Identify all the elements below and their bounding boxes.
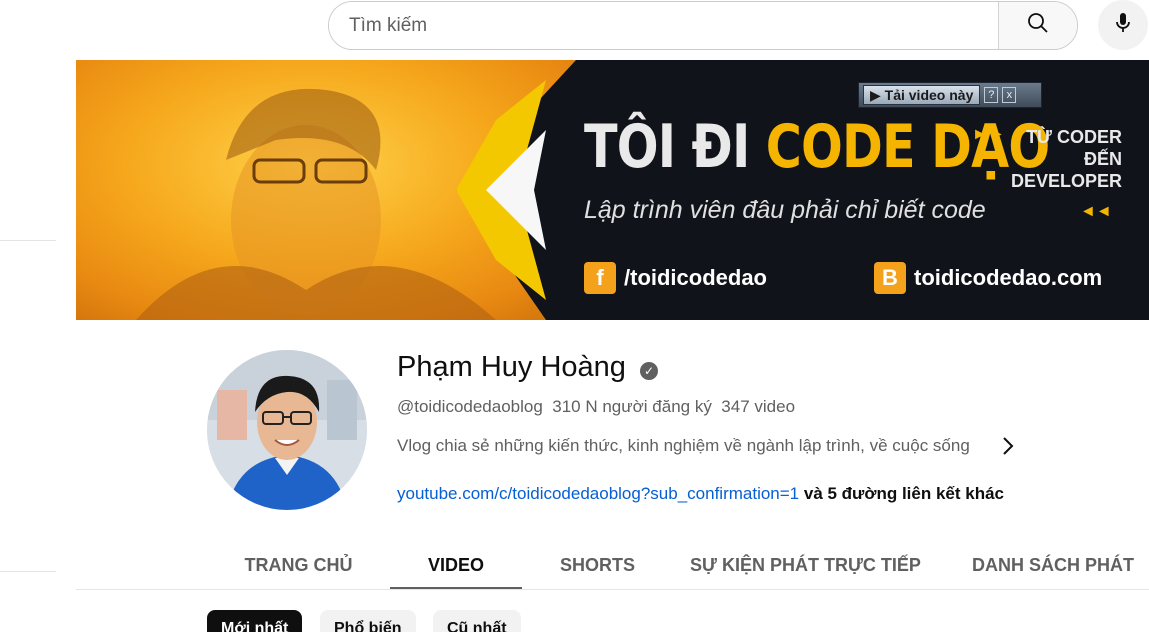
channel-meta: @toidicodedaoblog 310 N người đăng ký 34…	[397, 397, 795, 417]
banner-website-text: toidicodedao.com	[914, 265, 1103, 290]
search-button[interactable]	[998, 2, 1077, 49]
banner-subtitle-line1: TỪ CODER	[1026, 127, 1122, 147]
chip-latest[interactable]: Mới nhất	[207, 610, 303, 632]
search-bar	[328, 1, 1078, 50]
banner-arrows-left: ◄◄	[1080, 203, 1112, 220]
channel-banner: TÔI ĐI CODE DẠO ►► TỪ CODER ĐẾN DEVELOPE…	[76, 60, 1149, 320]
download-video-bar: ▶ Tải video này ? x	[858, 82, 1042, 108]
facebook-icon: f	[584, 262, 616, 294]
download-video-label: ▶ Tải video này	[870, 86, 974, 103]
channel-links: youtube.com/c/toidicodedaoblog?sub_confi…	[397, 484, 1004, 504]
banner-title-white: TÔI ĐI	[584, 112, 766, 182]
banner-tagline: Lập trình viên đâu phải chỉ biết code	[584, 196, 986, 224]
channel-description[interactable]: Vlog chia sẻ những kiến thức, kinh nghiệ…	[397, 436, 982, 456]
tab-shorts[interactable]: SHORTS	[522, 540, 673, 590]
banner-subtitle-line2: ĐẾN DEVELOPER	[1010, 149, 1122, 191]
mic-icon	[1112, 11, 1134, 40]
banner-website: B toidicodedao.com	[874, 262, 1102, 294]
verified-check-icon: ✓	[640, 362, 658, 380]
sidebar-divider	[0, 571, 56, 572]
chevron-right-icon[interactable]	[996, 432, 1020, 460]
chip-popular[interactable]: Phổ biến	[320, 610, 416, 632]
search-icon	[1026, 11, 1050, 40]
voice-search-button[interactable]	[1098, 0, 1148, 50]
channel-tabs: TRANG CHỦ VIDEO SHORTS SỰ KIỆN PHÁT TRỰC…	[207, 540, 1149, 590]
subscriber-count: 310 N người đăng ký	[552, 397, 712, 416]
blogger-icon: B	[874, 262, 906, 294]
banner-facebook: f /toidicodedao	[584, 262, 767, 294]
channel-avatar[interactable]	[207, 350, 367, 510]
download-video-button[interactable]: ▶ Tải video này	[863, 85, 981, 105]
close-icon[interactable]: x	[1002, 87, 1017, 103]
tab-videos[interactable]: VIDEO	[390, 540, 522, 590]
channel-link[interactable]: youtube.com/c/toidicodedaoblog?sub_confi…	[397, 484, 799, 503]
banner-facebook-text: /toidicodedao	[624, 265, 767, 290]
banner-subtitle: TỪ CODER ĐẾN DEVELOPER	[972, 126, 1122, 192]
tab-playlists[interactable]: DANH SÁCH PHÁT	[938, 540, 1149, 590]
sidebar-divider	[0, 240, 56, 241]
channel-handle: @toidicodedaoblog	[397, 397, 543, 416]
tabs-divider	[76, 589, 1149, 590]
search-input[interactable]	[329, 2, 998, 49]
tab-live[interactable]: SỰ KIỆN PHÁT TRỰC TIẾP	[673, 540, 938, 590]
video-count: 347 video	[721, 397, 796, 416]
chip-oldest[interactable]: Cũ nhất	[433, 610, 521, 632]
more-links-button[interactable]: và 5 đường liên kết khác	[799, 484, 1004, 503]
tab-home[interactable]: TRANG CHỦ	[207, 540, 390, 590]
channel-name: Phạm Huy Hoàng	[397, 351, 626, 383]
help-icon[interactable]: ?	[984, 87, 999, 103]
